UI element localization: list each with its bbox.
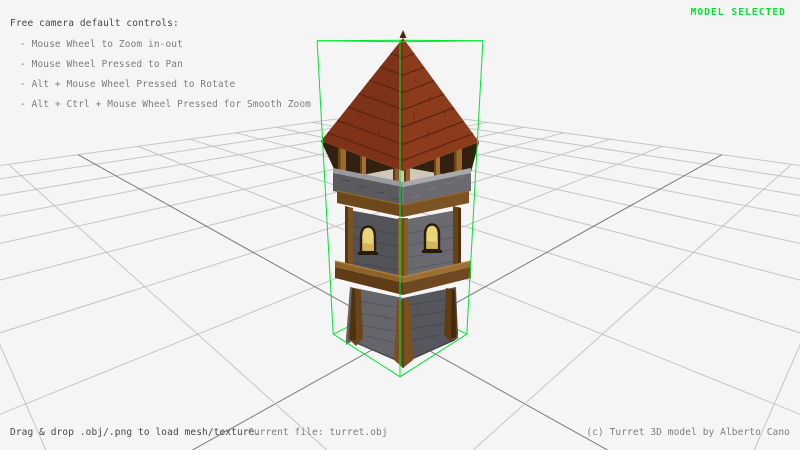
credit-label: (c) Turret 3D model by Alberto Cano: [586, 427, 790, 438]
lower-body: [346, 287, 458, 368]
controls-header: Free camera default controls:: [10, 18, 179, 29]
roof-finial: [400, 30, 407, 38]
drop-hint: Drag & drop .obj/.png to load mesh/textu…: [10, 427, 260, 438]
window-right: [422, 225, 442, 254]
model-viewer-window: Free camera default controls: - Mouse Wh…: [0, 0, 800, 450]
control-hint-pan: - Mouse Wheel Pressed to Pan: [20, 59, 183, 70]
control-hint-rotate: - Alt + Mouse Wheel Pressed to Rotate: [20, 79, 235, 90]
control-hint-zoom: - Mouse Wheel to Zoom in-out: [20, 39, 183, 50]
window-left: [358, 227, 378, 256]
model-selected-badge: MODEL SELECTED: [691, 7, 786, 18]
control-hint-smooth-zoom: - Alt + Ctrl + Mouse Wheel Pressed for S…: [20, 99, 311, 110]
current-file-label: Current file: turret.obj: [248, 427, 388, 438]
